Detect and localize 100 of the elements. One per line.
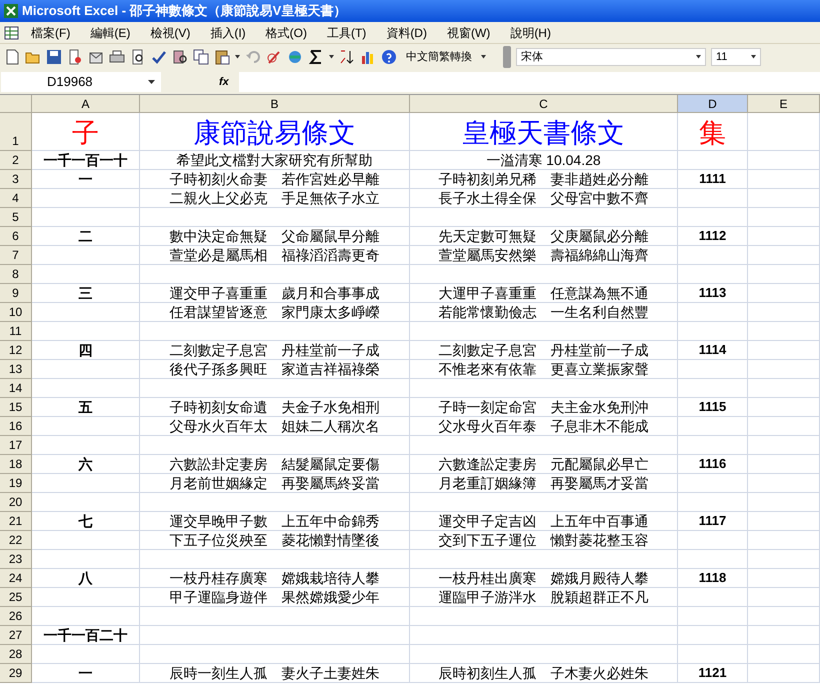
table-cell[interactable]: 運臨甲子游泮水 脫穎超群正不凡 [410, 588, 678, 607]
column-header[interactable]: C [410, 95, 678, 113]
table-cell[interactable] [140, 607, 410, 626]
table-cell[interactable] [748, 284, 820, 303]
menu-item[interactable]: 工具(T) [318, 24, 376, 42]
table-cell[interactable] [678, 360, 748, 379]
row-header[interactable]: 6 [0, 227, 32, 246]
table-cell[interactable] [140, 436, 410, 455]
row-header[interactable]: 7 [0, 246, 32, 265]
toolbar-handle[interactable] [503, 46, 511, 68]
table-cell[interactable] [32, 379, 140, 398]
table-cell[interactable]: 長子水土得全保 父母宮中數不齊 [410, 189, 678, 208]
table-cell[interactable] [32, 360, 140, 379]
table-cell[interactable] [32, 474, 140, 493]
table-cell[interactable] [410, 493, 678, 512]
table-cell[interactable]: 甲子運臨身遊伴 果然嫦娥愛少年 [140, 588, 410, 607]
font-name-field[interactable]: 宋体 [516, 48, 706, 66]
row-header[interactable]: 4 [0, 189, 32, 208]
copy-icon[interactable] [193, 49, 209, 65]
table-cell[interactable] [410, 379, 678, 398]
table-cell[interactable]: 子時一刻定命宮 夫主金水免刑沖 [410, 398, 678, 417]
row-header[interactable]: 26 [0, 607, 32, 626]
table-cell[interactable]: 一千一百二十 [32, 626, 140, 645]
function-button[interactable]: fx [219, 74, 235, 90]
table-cell[interactable] [32, 189, 140, 208]
row-header[interactable]: 8 [0, 265, 32, 284]
table-cell[interactable]: 父母水火百年太 姐妹二人稱次名 [140, 417, 410, 436]
row-header[interactable]: 14 [0, 379, 32, 398]
row-header[interactable]: 22 [0, 531, 32, 550]
caret-icon[interactable] [235, 55, 240, 59]
row-header[interactable]: 23 [0, 550, 32, 569]
table-cell[interactable] [678, 493, 748, 512]
table-cell[interactable] [32, 417, 140, 436]
table-cell[interactable] [32, 493, 140, 512]
table-cell[interactable]: 1115 [678, 398, 748, 417]
row-header[interactable]: 25 [0, 588, 32, 607]
menu-item[interactable]: 插入(I) [201, 24, 255, 42]
table-cell[interactable]: 子時初刻火命妻 若作宮姓必早離 [140, 170, 410, 189]
table-cell[interactable]: 1121 [678, 664, 748, 683]
row-header[interactable]: 27 [0, 626, 32, 645]
table-cell[interactable] [32, 645, 140, 664]
row-header[interactable]: 20 [0, 493, 32, 512]
table-cell[interactable] [32, 607, 140, 626]
table-cell[interactable]: 一千一百一十 [32, 151, 140, 170]
table-cell[interactable] [748, 208, 820, 227]
table-cell[interactable] [748, 436, 820, 455]
table-cell[interactable] [748, 360, 820, 379]
table-cell[interactable] [748, 113, 820, 151]
row-header[interactable]: 21 [0, 512, 32, 531]
table-cell[interactable] [410, 436, 678, 455]
table-cell[interactable] [410, 550, 678, 569]
table-cell[interactable] [748, 417, 820, 436]
table-cell[interactable]: 一 [32, 170, 140, 189]
name-box[interactable]: D19968 [1, 72, 161, 92]
table-cell[interactable] [32, 303, 140, 322]
row-header[interactable]: 9 [0, 284, 32, 303]
table-cell[interactable]: 子時初刻女命遺 夫金子水免相刑 [140, 398, 410, 417]
menu-item[interactable]: 格式(O) [256, 24, 316, 42]
table-cell[interactable] [140, 626, 410, 645]
row-header[interactable]: 29 [0, 664, 32, 683]
table-cell[interactable] [32, 436, 140, 455]
table-cell[interactable] [748, 645, 820, 664]
column-header[interactable]: B [140, 95, 410, 113]
column-header[interactable]: D [678, 95, 748, 113]
table-cell[interactable]: 下五子位災殃至 菱花懶對情墜後 [140, 531, 410, 550]
table-cell[interactable] [32, 265, 140, 284]
table-cell[interactable]: 不惟老來有依靠 更喜立業振家聲 [410, 360, 678, 379]
table-cell[interactable] [748, 664, 820, 683]
table-cell[interactable]: 七 [32, 512, 140, 531]
table-cell[interactable]: 六數逢訟定妻房 元配屬鼠必早亡 [410, 455, 678, 474]
table-cell[interactable] [32, 208, 140, 227]
table-cell[interactable] [748, 531, 820, 550]
table-cell[interactable] [410, 645, 678, 664]
row-header[interactable]: 13 [0, 360, 32, 379]
table-cell[interactable]: 萱堂屬馬安然樂 壽福綿綿山海齊 [410, 246, 678, 265]
table-cell[interactable]: 子時初刻弟兄稀 妻非趙姓必分離 [410, 170, 678, 189]
autosum-icon[interactable] [308, 49, 324, 65]
paste-icon[interactable] [214, 49, 230, 65]
table-cell[interactable]: 父水母火百年泰 子息非木不能成 [410, 417, 678, 436]
table-cell[interactable] [678, 588, 748, 607]
table-cell[interactable] [140, 322, 410, 341]
table-cell[interactable] [410, 322, 678, 341]
table-cell[interactable]: 運交早晚甲子數 上五年中命錦秀 [140, 512, 410, 531]
table-cell[interactable]: 辰時初刻生人孤 子木妻火必姓朱 [410, 664, 678, 683]
table-cell[interactable]: 月老重訂姻緣簿 再娶屬馬才妥當 [410, 474, 678, 493]
table-cell[interactable]: 一枝丹桂存廣寒 嫦娥栽培待人攀 [140, 569, 410, 588]
menu-item[interactable]: 檢視(V) [141, 24, 200, 42]
table-cell[interactable]: 後代子孫多興旺 家道吉祥福祿榮 [140, 360, 410, 379]
table-cell[interactable]: 二刻數定子息宮 丹桂堂前一子成 [410, 341, 678, 360]
table-cell[interactable]: 1114 [678, 341, 748, 360]
table-cell[interactable] [678, 626, 748, 645]
save-icon[interactable] [46, 49, 62, 65]
table-cell[interactable] [748, 550, 820, 569]
table-cell[interactable] [678, 474, 748, 493]
menu-item[interactable]: 視窗(W) [438, 24, 500, 42]
table-cell[interactable]: 交到下五子運位 懶對菱花整玉容 [410, 531, 678, 550]
select-all-corner[interactable] [0, 95, 32, 113]
spelling-check-icon[interactable] [151, 49, 167, 65]
table-cell[interactable]: 若能常懷勤儉志 一生名利自然豐 [410, 303, 678, 322]
table-cell[interactable]: 萱堂必是屬馬相 福祿滔滔壽更奇 [140, 246, 410, 265]
